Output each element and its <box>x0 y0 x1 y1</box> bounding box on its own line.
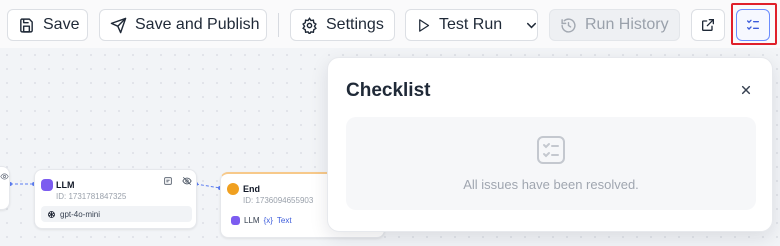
test-run-button[interactable]: Test Run <box>405 9 538 41</box>
chevron-down-icon[interactable] <box>524 18 539 33</box>
llm-node-title: LLM <box>56 180 75 190</box>
eye-off-icon <box>0 173 9 180</box>
close-icon[interactable] <box>738 82 754 98</box>
llm-node-id: ID: 1731781847325 <box>56 192 127 201</box>
save-icon <box>20 17 33 33</box>
run-history-button[interactable]: Run History <box>549 9 680 41</box>
model-tag: gpt-4o-mini <box>41 206 192 222</box>
send-icon <box>110 17 127 33</box>
output-source: LLM <box>244 215 260 225</box>
toolbar-divider <box>278 13 279 37</box>
llm-source-icon <box>231 215 240 225</box>
settings-label: Settings <box>326 16 384 33</box>
external-link-icon <box>702 19 714 31</box>
output-variable: {x} <box>263 215 273 225</box>
history-icon <box>561 17 576 33</box>
test-run-label: Test Run <box>439 16 503 33</box>
output-type: Text <box>276 215 292 225</box>
end-node-id: ID: 1736094655903 <box>243 196 314 205</box>
toolbar: Save Save and Publish Settings Test Run … <box>0 0 780 48</box>
openai-icon <box>48 210 55 218</box>
checklist-empty-state: All issues have been resolved. <box>346 117 756 210</box>
save-and-publish-button[interactable]: Save and Publish <box>99 9 267 41</box>
end-node-title: End <box>243 184 260 194</box>
note-icon[interactable] <box>163 176 173 186</box>
start-node-partial[interactable] <box>0 166 10 210</box>
settings-button[interactable]: Settings <box>290 9 395 41</box>
eye-off-icon[interactable] <box>182 176 192 186</box>
play-icon <box>419 18 430 32</box>
checklist-panel: Checklist All issues have been resolved. <box>327 57 773 232</box>
llm-node-icon <box>41 179 53 191</box>
llm-node[interactable]: LLM ID: 1731781847325 gpt-4o-mini <box>34 169 197 229</box>
end-node-icon <box>227 183 239 195</box>
save-label: Save <box>43 16 80 33</box>
checklist-empty-icon <box>537 136 565 164</box>
gear-icon <box>302 16 317 34</box>
checklist-empty-message: All issues have been resolved. <box>463 177 639 192</box>
checklist-button-highlight <box>731 3 777 45</box>
open-external-button[interactable] <box>691 9 725 41</box>
checklist-title: Checklist <box>346 80 431 101</box>
run-history-label: Run History <box>585 16 669 33</box>
save-button[interactable]: Save <box>7 9 88 41</box>
save-and-publish-label: Save and Publish <box>135 16 260 33</box>
model-name: gpt-4o-mini <box>60 209 101 219</box>
output-variable-tag: LLM {x} Text <box>227 212 327 228</box>
